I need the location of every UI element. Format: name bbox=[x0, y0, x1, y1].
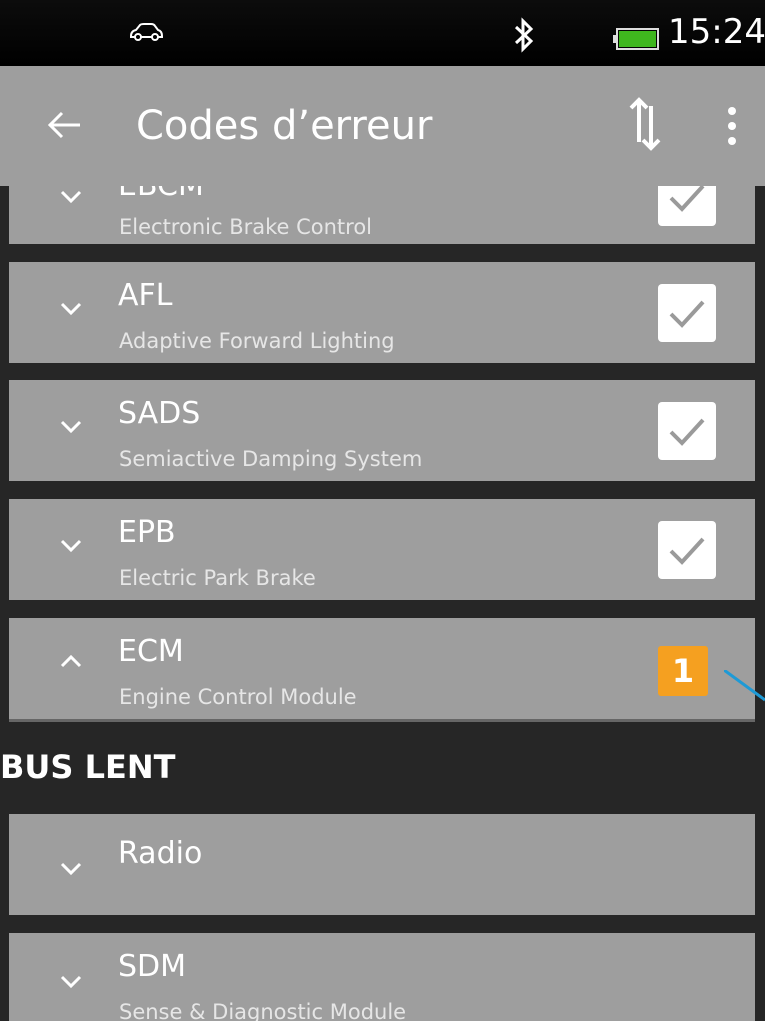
check-icon bbox=[669, 418, 705, 446]
module-name: Engine Control Module bbox=[119, 685, 357, 709]
app-bar: Codes d’erreur bbox=[0, 66, 765, 186]
module-card-radio[interactable]: Radio bbox=[9, 814, 755, 915]
check-icon bbox=[669, 186, 705, 212]
chevron-down-icon bbox=[60, 539, 82, 553]
chevron-down-icon bbox=[60, 862, 82, 876]
check-icon bbox=[669, 537, 705, 565]
status-time: 15:24 bbox=[668, 12, 765, 52]
error-code-list[interactable]: EBCM Electronic Brake Control AFL Adapti… bbox=[0, 186, 765, 1021]
module-name: Electronic Brake Control bbox=[119, 215, 373, 239]
ok-checkbox bbox=[658, 402, 716, 460]
check-icon bbox=[669, 300, 705, 328]
module-card-sads[interactable]: SADS Semiactive Damping System bbox=[9, 380, 755, 481]
module-card-epb[interactable]: EPB Electric Park Brake bbox=[9, 499, 755, 600]
module-code: AFL bbox=[118, 278, 173, 313]
module-name: Sense & Diagnostic Module bbox=[119, 1000, 407, 1021]
module-code: SADS bbox=[118, 396, 201, 431]
chevron-up-icon bbox=[60, 654, 82, 668]
module-code: EBCM bbox=[118, 186, 204, 203]
error-indicator-line bbox=[724, 670, 765, 702]
module-code: ECM bbox=[118, 634, 184, 669]
more-vert-icon[interactable] bbox=[726, 106, 738, 146]
divider bbox=[9, 719, 755, 722]
back-arrow-icon[interactable] bbox=[46, 110, 82, 140]
chevron-down-icon bbox=[60, 975, 82, 989]
battery-icon bbox=[613, 28, 659, 50]
module-card-ebcm[interactable]: EBCM Electronic Brake Control bbox=[9, 186, 755, 244]
ok-checkbox bbox=[658, 284, 716, 342]
module-code: SDM bbox=[118, 949, 187, 984]
chevron-down-icon bbox=[60, 302, 82, 316]
module-code: Radio bbox=[118, 836, 203, 871]
bluetooth-icon bbox=[514, 17, 534, 53]
module-code: EPB bbox=[118, 515, 176, 550]
section-header-slow-bus: BUS LENT bbox=[0, 748, 176, 786]
page-title: Codes d’erreur bbox=[136, 103, 433, 149]
chevron-down-icon bbox=[60, 420, 82, 434]
car-icon bbox=[130, 23, 163, 41]
module-name: Semiactive Damping System bbox=[119, 447, 423, 471]
chevron-down-icon bbox=[60, 190, 82, 204]
module-card-ecm[interactable]: ECM Engine Control Module 1 bbox=[9, 618, 755, 719]
error-count-badge: 1 bbox=[658, 646, 708, 696]
module-name: Adaptive Forward Lighting bbox=[119, 329, 395, 353]
module-name: Electric Park Brake bbox=[119, 566, 316, 590]
ok-checkbox bbox=[658, 186, 716, 226]
sort-icon[interactable] bbox=[627, 96, 663, 152]
ok-checkbox bbox=[658, 521, 716, 579]
module-card-sdm[interactable]: SDM Sense & Diagnostic Module bbox=[9, 933, 755, 1021]
module-card-afl[interactable]: AFL Adaptive Forward Lighting bbox=[9, 262, 755, 363]
status-bar: 15:24 bbox=[0, 0, 765, 66]
